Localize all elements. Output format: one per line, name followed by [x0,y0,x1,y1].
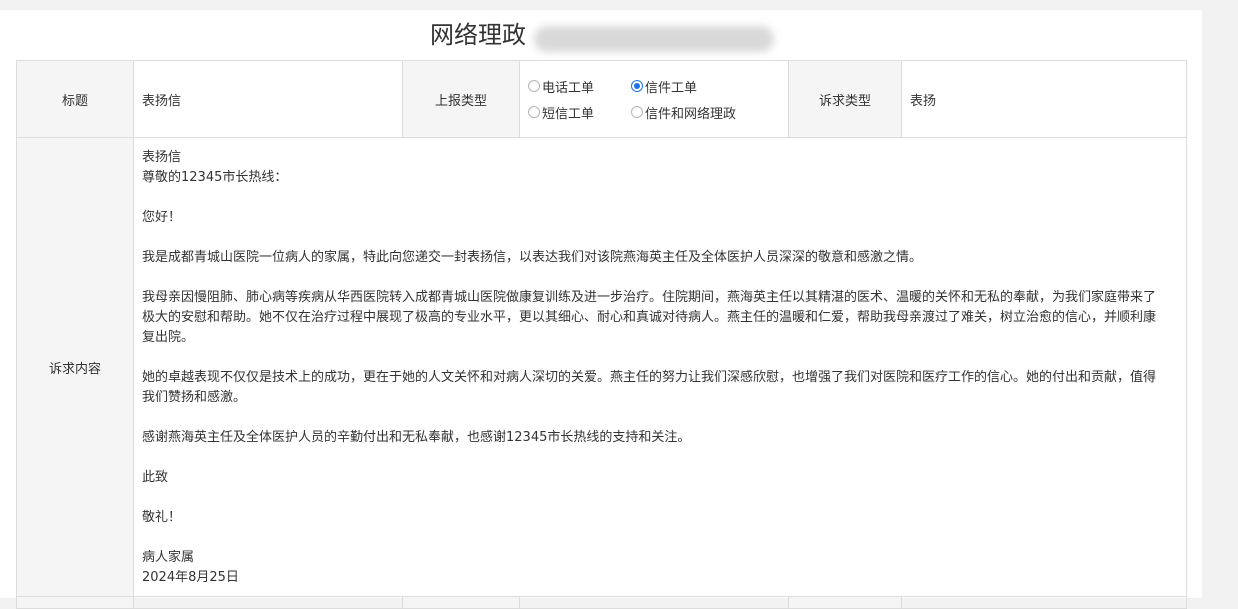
title-value: 表扬信 [133,60,403,138]
radio-unchecked-icon[interactable] [528,106,540,118]
appeal-content: 表扬信尊敬的12345市长热线： 您好！ 我是成都青城山医院一位病人的家属，特此向您… [142,148,1166,588]
report-type-option-label: 信件工单 [645,80,698,96]
content-paragraph: 我是成都青城山医院一位病人的家属，特此向您递交一封表扬信，以表达我们对该院燕海英… [142,250,923,265]
content-paragraph: 此致 [142,470,169,485]
report-type-option-label: 短信工单 [542,106,595,122]
content-label: 诉求内容 [16,137,134,597]
radio-checked-icon[interactable] [631,80,643,92]
appeal-type-value: 表扬 [901,60,1187,138]
page-title: 网络理政 [430,21,526,49]
redacted-title-part [534,26,774,52]
content-paragraph: 病人家属 [142,550,195,565]
header: 网络理政 [0,18,1202,58]
report-type-option[interactable]: 信件和网络理政 [631,103,788,122]
next-row-cell [133,596,403,609]
radio-unchecked-icon[interactable] [528,80,540,92]
report-type-label: 上报类型 [402,60,520,138]
report-type-option-label: 电话工单 [542,80,595,96]
content-paragraph: 我母亲因慢阻肺、肺心病等疾病从华西医院转入成都青城山医院做康复训练及进一步治疗。… [142,290,1157,345]
report-type-option[interactable]: 短信工单 [528,103,631,122]
next-row-label [16,596,134,609]
report-type-option[interactable]: 电话工单 [528,77,631,96]
report-type-option[interactable]: 信件工单 [631,77,788,96]
appeal-type-label: 诉求类型 [788,60,902,138]
content-paragraph: 尊敬的12345市长热线： [142,170,288,185]
page-gutter [1202,0,1238,598]
content-paragraph: 感谢燕海英主任及全体医护人员的辛勤付出和无私奉献，也感谢12345市长热线的支持… [142,430,691,445]
table-row: 标题 表扬信 上报类型 电话工单 信件工单短信工单 信件和网络理政 诉求类型 表扬 [16,60,1187,138]
content-paragraph: 2024年8月25日 [142,570,239,585]
next-row-cell [519,596,789,609]
detail-table: 标题 表扬信 上报类型 电话工单 信件工单 短信工单 信件和网络理政 诉求类型 表扬 … [16,60,1187,609]
content-paragraph: 敬礼！ [142,510,182,525]
next-row-cell [901,596,1187,609]
content-cell: 表扬信尊敬的12345市长热线： 您好！ 我是成都青城山医院一位病人的家属，特此向您… [133,137,1187,597]
title-label: 标题 [16,60,134,138]
content-paragraph: 表扬信 [142,150,182,165]
radio-unchecked-icon[interactable] [631,106,643,118]
next-row-label [402,596,520,609]
report-type-cell: 电话工单 信件工单短信工单 信件和网络理政 [519,60,789,138]
table-row [16,596,1187,609]
table-row: 诉求内容 表扬信尊敬的12345市长热线： 您好！ 我是成都青城山医院一位病人的家属… [16,137,1187,597]
content-paragraph: 您好！ [142,210,182,225]
next-row-label [788,596,902,609]
report-type-radio-group: 电话工单 信件工单短信工单 信件和网络理政 [520,77,788,122]
page-panel: 网络理政 标题 表扬信 上报类型 电话工单 信件工单短信工单 信件和网络理政 诉求类… [0,10,1202,609]
content-paragraph: 她的卓越表现不仅仅是技术上的成功，更在于她的人文关怀和对病人深切的关爱。燕主任的… [142,370,1157,405]
report-type-option-label: 信件和网络理政 [645,106,737,122]
